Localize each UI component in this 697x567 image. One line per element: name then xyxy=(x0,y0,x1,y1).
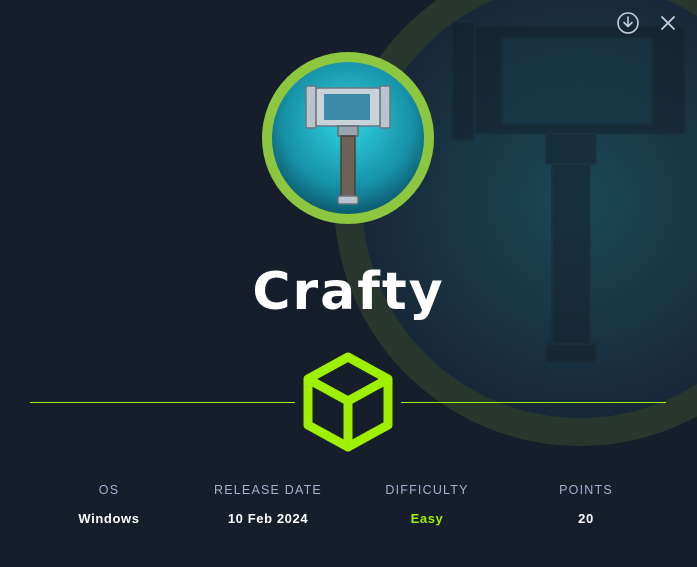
points-value: 20 xyxy=(578,511,594,526)
divider-right xyxy=(401,402,666,403)
cube-icon xyxy=(303,352,393,452)
machine-avatar xyxy=(262,52,434,224)
machine-stats: OS Windows RELEASE DATE 10 Feb 2024 DIFF… xyxy=(30,483,666,526)
close-icon xyxy=(661,16,675,30)
stat-os: OS Windows xyxy=(30,483,188,526)
download-button[interactable] xyxy=(615,10,641,36)
stat-points: POINTS 20 xyxy=(506,483,666,526)
close-button[interactable] xyxy=(655,10,681,36)
points-label: POINTS xyxy=(559,483,613,497)
stat-release-date: RELEASE DATE 10 Feb 2024 xyxy=(188,483,348,526)
machine-name: Crafty xyxy=(252,262,445,322)
os-label: OS xyxy=(98,483,120,497)
difficulty-label: DIFFICULTY xyxy=(385,483,469,497)
release-date-value: 10 Feb 2024 xyxy=(227,511,309,526)
download-icon xyxy=(617,12,639,34)
os-value: Windows xyxy=(78,511,140,526)
stat-difficulty: DIFFICULTY Easy xyxy=(348,483,506,526)
difficulty-value: Easy xyxy=(410,511,444,526)
release-date-label: RELEASE DATE xyxy=(214,483,322,497)
divider-left xyxy=(30,402,295,403)
